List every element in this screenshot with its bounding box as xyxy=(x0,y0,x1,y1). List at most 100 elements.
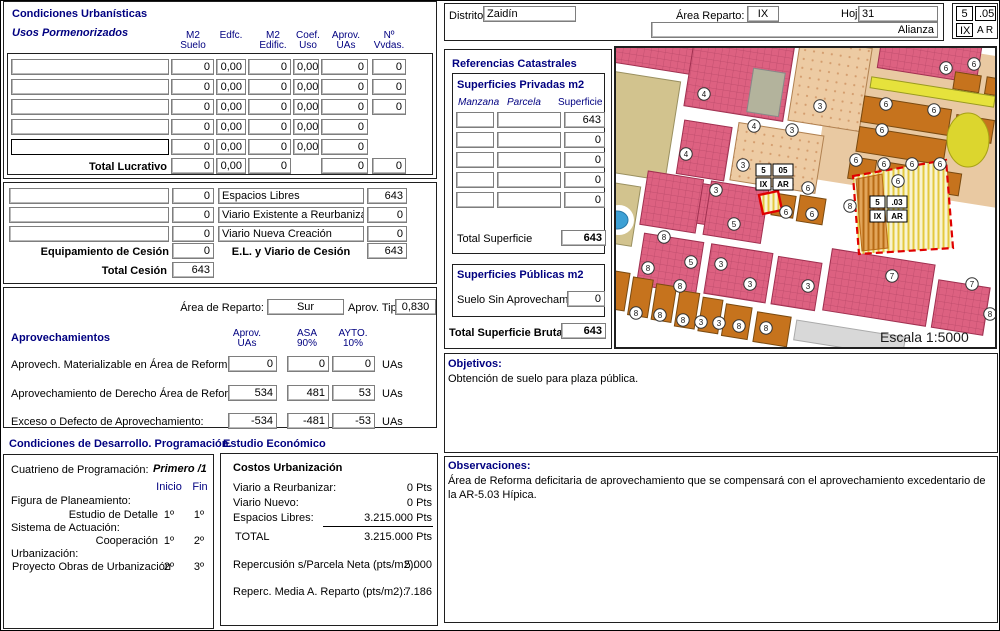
aprov-materializable-ayto[interactable]: 0 xyxy=(332,356,375,372)
cuatrienio-label: Cuatrieno de Programación: xyxy=(11,464,149,476)
superficie-field[interactable]: 0 xyxy=(564,192,605,208)
aprov-uas-field[interactable]: 0 xyxy=(321,99,368,115)
aprov-derecho-asa[interactable]: 481 xyxy=(287,385,329,401)
m2-suelo-field[interactable]: 0 xyxy=(171,79,214,95)
superficie-field[interactable]: 643 xyxy=(564,112,605,128)
cesion-label-field[interactable] xyxy=(9,188,169,204)
uso-label-field[interactable] xyxy=(11,139,169,155)
total-aprov-field[interactable]: 0 xyxy=(321,158,368,174)
coef-uso-field[interactable]: 0,00 xyxy=(293,59,319,75)
superficie-field[interactable]: 0 xyxy=(564,152,605,168)
cesion-value-field[interactable]: 0 xyxy=(172,188,214,204)
aprov-materializable-uas[interactable]: 0 xyxy=(228,356,277,372)
estudio-economico-title: Estudio Económico xyxy=(223,438,326,450)
m2-suelo-field[interactable]: 0 xyxy=(171,99,214,115)
svg-text:.03: .03 xyxy=(891,198,903,207)
coef-uso-field[interactable]: 0,00 xyxy=(293,79,319,95)
uso-label-field[interactable] xyxy=(11,99,169,115)
uso-label-field[interactable] xyxy=(11,59,169,75)
viario-nueva-field[interactable]: Viario Nueva Creación xyxy=(218,226,364,242)
condiciones-title: Condiciones Urbanísticas xyxy=(12,8,147,20)
parcela-field[interactable] xyxy=(497,132,561,148)
edfc-field[interactable]: 0,00 xyxy=(216,119,246,135)
total-superficie-field[interactable]: 643 xyxy=(561,230,606,246)
total-superficie-label: Total Superficie xyxy=(457,233,532,245)
aprov-tipo-field[interactable]: 0,830 xyxy=(395,299,436,315)
m2-suelo-field[interactable]: 0 xyxy=(171,119,214,135)
equipamiento-cesion-field[interactable]: 0 xyxy=(172,243,214,259)
aprov-materializable-asa[interactable]: 0 xyxy=(287,356,329,372)
parcela-field[interactable] xyxy=(497,172,561,188)
m2-edific-field[interactable]: 0 xyxy=(248,119,291,135)
m2-edific-field[interactable]: 0 xyxy=(248,59,291,75)
exceso-defecto-ayto[interactable]: -53 xyxy=(332,413,375,429)
m2-edific-field[interactable]: 0 xyxy=(248,79,291,95)
parcela-field[interactable] xyxy=(497,152,561,168)
alianza-field[interactable]: Alianza xyxy=(651,22,938,38)
manzana-field[interactable] xyxy=(456,132,494,148)
total-edfc-field[interactable]: 0,00 xyxy=(216,158,246,174)
viario-existente-value[interactable]: 0 xyxy=(367,207,407,223)
estudio-detalle-inicio: 1º xyxy=(162,509,176,521)
num-vvdas-field[interactable]: 0 xyxy=(372,59,406,75)
manzana-field[interactable] xyxy=(456,112,494,128)
cesion-label-field[interactable] xyxy=(9,207,169,223)
aprov-uas-field[interactable]: 0 xyxy=(321,79,368,95)
manzana-field[interactable] xyxy=(456,192,494,208)
el-viario-cesion-field[interactable]: 643 xyxy=(367,243,407,259)
espacios-libres-value[interactable]: 643 xyxy=(367,188,407,204)
ar-code-decimal: .05 xyxy=(975,6,996,21)
cesion-value-field[interactable]: 0 xyxy=(172,226,214,242)
edfc-field[interactable]: 0,00 xyxy=(216,139,246,155)
aprov-uas-field[interactable]: 0 xyxy=(321,139,368,155)
area-reparto-header-field[interactable]: IX xyxy=(747,6,779,22)
aprov-uas-field[interactable]: 0 xyxy=(321,59,368,75)
coef-uso-field[interactable]: 0,00 xyxy=(293,139,319,155)
num-vvdas-field[interactable]: 0 xyxy=(372,79,406,95)
m2-suelo-field[interactable]: 0 xyxy=(171,59,214,75)
viario-nueva-value[interactable]: 0 xyxy=(367,226,407,242)
m2-edific-field[interactable]: 0 xyxy=(248,139,291,155)
viario-existente-field[interactable]: Viario Existente a Reurbanizar xyxy=(218,207,364,223)
exceso-defecto-uas[interactable]: -534 xyxy=(228,413,277,429)
total-vvdas-field[interactable]: 0 xyxy=(372,158,406,174)
num-vvdas-field[interactable]: 0 xyxy=(372,99,406,115)
cesion-value-field[interactable]: 0 xyxy=(172,207,214,223)
manzana-field[interactable] xyxy=(456,172,494,188)
edfc-field[interactable]: 0,00 xyxy=(216,79,246,95)
coef-uso-field[interactable]: 0,00 xyxy=(293,119,319,135)
superficie-field[interactable]: 0 xyxy=(564,132,605,148)
total-m2-edific-field[interactable]: 0 xyxy=(248,158,291,174)
svg-text:AR: AR xyxy=(891,212,903,221)
aprov-derecho-ayto[interactable]: 53 xyxy=(332,385,375,401)
total-divider xyxy=(323,526,433,527)
svg-text:6: 6 xyxy=(932,106,937,115)
hoja-num-field[interactable]: 31 xyxy=(858,6,938,22)
area-reparto-field[interactable]: Sur xyxy=(267,299,344,315)
coef-uso-field[interactable]: 0,00 xyxy=(293,99,319,115)
superficie-field[interactable]: 0 xyxy=(564,172,605,188)
parcela-field[interactable] xyxy=(497,112,561,128)
total-m2-suelo-field[interactable]: 0 xyxy=(171,158,214,174)
uso-label-field[interactable] xyxy=(11,119,169,135)
col-superficie: Superficie xyxy=(558,97,602,109)
total-superficie-bruta-field[interactable]: 643 xyxy=(561,323,606,339)
cesion-label-field[interactable] xyxy=(9,226,169,242)
edfc-field[interactable]: 0,00 xyxy=(216,59,246,75)
parcela-field[interactable] xyxy=(497,192,561,208)
espacios-libres-field[interactable]: Espacios Libres xyxy=(218,188,364,204)
uso-label-field[interactable] xyxy=(11,79,169,95)
aprov-derecho-uas[interactable]: 534 xyxy=(228,385,277,401)
distrito-field[interactable]: Zaidín xyxy=(483,6,576,22)
col-aprov-uas2: Aprov. UAs xyxy=(225,329,269,349)
exceso-defecto-asa[interactable]: -481 xyxy=(287,413,329,429)
edfc-field[interactable]: 0,00 xyxy=(216,99,246,115)
m2-suelo-field[interactable]: 0 xyxy=(171,139,214,155)
suelo-sin-aprovecham-field[interactable]: 0 xyxy=(567,291,605,307)
manzana-field[interactable] xyxy=(456,152,494,168)
aprovechamientos-title: Aprovechamientos xyxy=(11,332,110,344)
svg-text:3: 3 xyxy=(717,319,722,328)
total-cesion-field[interactable]: 643 xyxy=(172,262,214,278)
m2-edific-field[interactable]: 0 xyxy=(248,99,291,115)
aprov-uas-field[interactable]: 0 xyxy=(321,119,368,135)
